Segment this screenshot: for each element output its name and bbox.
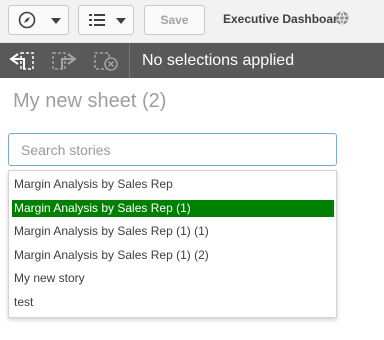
sheet-menu-button[interactable]	[78, 5, 134, 35]
sheet-title: My new sheet (2)	[13, 90, 167, 112]
clear-selections-icon[interactable]	[94, 51, 120, 71]
save-button[interactable]: Save	[144, 5, 205, 35]
navigation-menu-button[interactable]	[8, 5, 69, 35]
selections-bar: No selections applied	[0, 43, 384, 78]
selections-divider	[129, 43, 130, 78]
compass-icon	[18, 11, 36, 29]
story-item[interactable]: Margin Analysis by Sales Rep (1) (2)	[12, 247, 334, 264]
list-icon	[89, 14, 105, 26]
caret-down-icon	[51, 18, 61, 24]
search-stories-input[interactable]	[8, 133, 337, 166]
story-item[interactable]: Margin Analysis by Sales Rep	[12, 176, 334, 193]
story-item[interactable]: Margin Analysis by Sales Rep (1) (1)	[12, 223, 334, 240]
story-item[interactable]: My new story	[12, 270, 334, 287]
app-title: Executive Dashboard	[223, 12, 346, 26]
caret-down-icon	[116, 18, 126, 24]
save-button-label: Save	[160, 13, 189, 27]
top-toolbar: Save Executive Dashboard	[0, 0, 384, 43]
story-item[interactable]: test	[12, 294, 334, 311]
stories-dropdown: Margin Analysis by Sales Rep Margin Anal…	[8, 170, 337, 318]
selection-back-icon[interactable]	[8, 51, 34, 71]
story-item-selected[interactable]: Margin Analysis by Sales Rep (1)	[12, 200, 334, 217]
globe-icon[interactable]	[335, 11, 349, 25]
selections-status: No selections applied	[142, 52, 295, 69]
selection-forward-icon[interactable]	[52, 51, 78, 71]
